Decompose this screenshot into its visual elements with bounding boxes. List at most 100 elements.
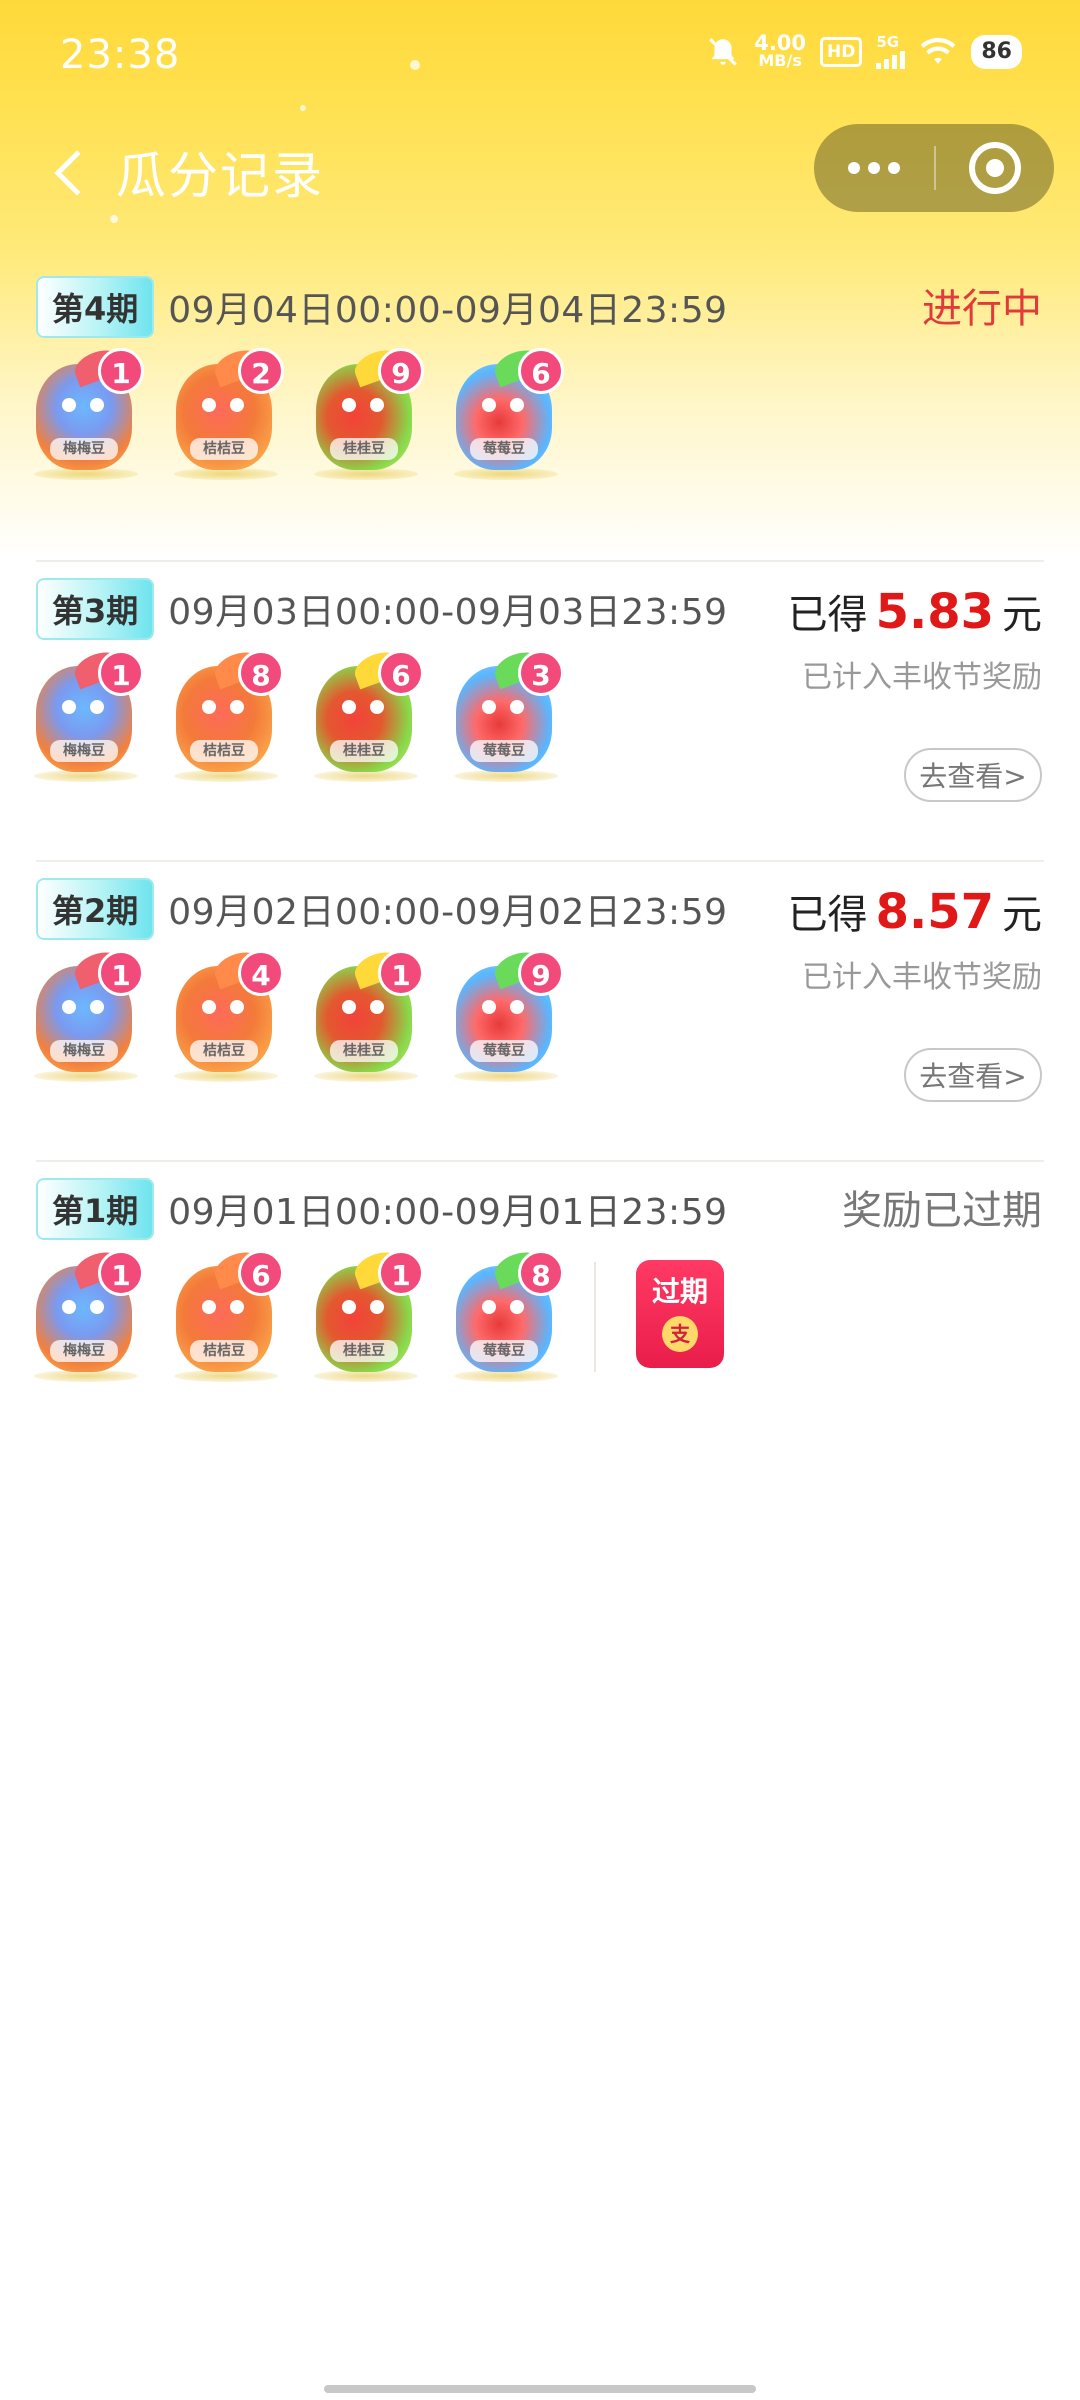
cellular-signal-icon: 5G [876, 33, 906, 69]
period-header: 第3期 09月03日00:00-09月03日23:59 [36, 578, 728, 640]
fruit-count-badge: 4 [238, 950, 284, 996]
fruit-count-badge: 8 [238, 650, 284, 696]
period-card: 第3期 09月03日00:00-09月03日23:59 已得 5.83 元 已计… [34, 560, 1044, 860]
fruit-plum-bean: 梅梅豆 1 [30, 646, 144, 782]
fruit-count-badge: 6 [238, 1250, 284, 1296]
earned-prefix: 已得 [787, 892, 868, 938]
period-list: 第4期 09月04日00:00-09月04日23:59 进行中 梅梅豆 1 桔桔豆… [0, 260, 1080, 1460]
earned-value: 5.83 [875, 584, 994, 640]
fruit-berry-bean: 莓莓豆 9 [450, 946, 564, 1082]
fruit-count-badge: 6 [378, 650, 424, 696]
fruit-count-badge: 1 [98, 1250, 144, 1296]
fruit-label: 梅梅豆 [50, 740, 118, 762]
period-card: 第4期 09月04日00:00-09月04日23:59 进行中 梅梅豆 1 桔桔豆… [34, 260, 1044, 560]
fruit-count-badge: 1 [98, 950, 144, 996]
target-circle-icon [969, 142, 1021, 194]
period-status-in-progress: 进行中 [922, 286, 1042, 332]
period-card: 第2期 09月02日00:00-09月02日23:59 已得 8.57 元 已计… [34, 860, 1044, 1160]
period-date-range: 09月01日00:00-09月01日23:59 [168, 1192, 728, 1233]
fruit-osmanthus-bean: 桂桂豆 1 [310, 946, 424, 1082]
fruit-plum-bean: 梅梅豆 1 [30, 946, 144, 1082]
network-type: 5G [876, 33, 900, 51]
period-date-range: 09月03日00:00-09月03日23:59 [168, 592, 728, 633]
fruit-label: 桔桔豆 [190, 1340, 258, 1362]
reward-note: 已计入丰收节奖励 [802, 960, 1042, 995]
navigation-bar: 瓜分记录 [0, 120, 1080, 220]
expired-packet-label: 过期 [651, 1275, 708, 1308]
fruit-count-badge: 9 [378, 348, 424, 394]
fruit-orange-bean: 桔桔豆 8 [170, 646, 284, 782]
fruit-label: 莓莓豆 [470, 438, 538, 460]
fruit-count-badge: 1 [378, 1250, 424, 1296]
fruit-berry-bean: 莓莓豆 3 [450, 646, 564, 782]
fruit-list: 梅梅豆 1 桔桔豆 2 桂桂豆 9 莓莓豆 6 [30, 344, 564, 480]
more-dots-icon [868, 162, 880, 174]
battery-indicator: 86 [971, 35, 1022, 69]
bell-muted-icon [706, 35, 740, 69]
home-indicator[interactable] [324, 2385, 756, 2393]
fruit-list: 梅梅豆 1 桔桔豆 8 桂桂豆 6 莓莓豆 3 [30, 646, 564, 782]
fruit-count-badge: 6 [518, 348, 564, 394]
period-badge: 第1期 [36, 1178, 155, 1240]
period-badge: 第2期 [36, 878, 155, 940]
target-dot [986, 159, 1004, 177]
network-speed-unit: MB/s [758, 51, 802, 70]
period-date-range: 09月04日00:00-09月04日23:59 [168, 290, 728, 331]
fruit-label: 梅梅豆 [50, 1340, 118, 1362]
fruit-count-badge: 1 [378, 950, 424, 996]
fruit-label: 莓莓豆 [470, 740, 538, 762]
fruit-berry-bean: 莓莓豆 8 [450, 1246, 564, 1382]
earned-prefix: 已得 [787, 592, 868, 638]
earned-value: 8.57 [875, 884, 994, 940]
close-mini-program-button[interactable] [936, 124, 1054, 212]
period-header: 第1期 09月01日00:00-09月01日23:59 [36, 1178, 728, 1240]
fruit-list: 梅梅豆 1 桔桔豆 4 桂桂豆 1 莓莓豆 9 [30, 946, 564, 1082]
status-icons: 4.00 MB/s HD 5G 86 [706, 31, 1022, 70]
fruit-label: 桔桔豆 [190, 438, 258, 460]
period-header: 第2期 09月02日00:00-09月02日23:59 [36, 878, 728, 940]
fruit-label: 桂桂豆 [330, 740, 398, 762]
period-status-expired: 奖励已过期 [842, 1188, 1042, 1234]
period-badge: 第3期 [36, 578, 155, 640]
mini-program-capsule [814, 124, 1054, 212]
more-button[interactable] [814, 124, 934, 212]
fruit-plum-bean: 梅梅豆 1 [30, 344, 144, 480]
earned-amount: 已得 8.57 元 [788, 882, 1042, 940]
earned-amount: 已得 5.83 元 [788, 582, 1042, 640]
back-button[interactable] [36, 138, 106, 208]
status-bar: 23:38 4.00 MB/s HD 5G 86 [0, 0, 1080, 120]
chevron-left-icon [54, 150, 100, 196]
status-time: 23:38 [60, 32, 181, 78]
fruit-osmanthus-bean: 桂桂豆 6 [310, 646, 424, 782]
reward-note: 已计入丰收节奖励 [802, 660, 1042, 695]
fruit-label: 桔桔豆 [190, 1040, 258, 1062]
more-dots-icon [848, 162, 860, 174]
fruit-plum-bean: 梅梅豆 1 [30, 1246, 144, 1382]
hd-badge: HD [820, 37, 863, 67]
view-details-button[interactable]: 去查看> [904, 1048, 1042, 1102]
fruit-label: 桂桂豆 [330, 438, 398, 460]
period-header: 第4期 09月04日00:00-09月04日23:59 [36, 276, 728, 338]
period-badge: 第4期 [36, 276, 155, 338]
alipay-coin-icon: 支 [662, 1316, 698, 1352]
fruit-label: 桔桔豆 [190, 740, 258, 762]
network-speed: 4.00 MB/s [754, 31, 807, 70]
page-title: 瓜分记录 [116, 147, 324, 205]
fruit-berry-bean: 莓莓豆 6 [450, 344, 564, 480]
fruit-label: 桂桂豆 [330, 1340, 398, 1362]
item-divider [594, 1262, 596, 1372]
fruit-count-badge: 3 [518, 650, 564, 696]
network-speed-value: 4.00 [754, 31, 807, 55]
period-date-range: 09月02日00:00-09月02日23:59 [168, 892, 728, 933]
view-details-button[interactable]: 去查看> [904, 748, 1042, 802]
fruit-count-badge: 1 [98, 348, 144, 394]
fruit-label: 梅梅豆 [50, 438, 118, 460]
fruit-label: 莓莓豆 [470, 1340, 538, 1362]
fruit-count-badge: 1 [98, 650, 144, 696]
period-card: 第1期 09月01日00:00-09月01日23:59 奖励已过期 梅梅豆 1 桔… [34, 1160, 1044, 1460]
fruit-count-badge: 2 [238, 348, 284, 394]
wifi-icon [919, 37, 957, 67]
fruit-orange-bean: 桔桔豆 2 [170, 344, 284, 480]
fruit-osmanthus-bean: 桂桂豆 1 [310, 1246, 424, 1382]
fruit-count-badge: 8 [518, 1250, 564, 1296]
